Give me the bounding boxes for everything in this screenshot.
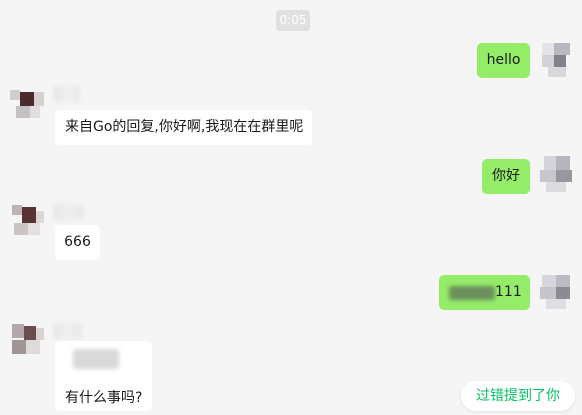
message-text: 你好: [492, 168, 520, 184]
message-bubble-self[interactable]: 111: [439, 275, 530, 310]
sender-name: [54, 323, 82, 339]
message-bubble-self[interactable]: hello: [477, 43, 530, 78]
redacted-text: [449, 286, 495, 300]
self-avatar[interactable]: [538, 156, 574, 196]
sender-avatar[interactable]: [10, 203, 46, 243]
message-bubble-other[interactable]: 有什么事吗?: [55, 341, 152, 411]
message-text: hello: [486, 52, 521, 68]
self-avatar[interactable]: [538, 41, 574, 81]
sender-name: [54, 204, 84, 220]
mention-notice-button[interactable]: 过错提到了你: [461, 381, 575, 411]
message-text: 666: [64, 234, 91, 250]
message-text: 111: [495, 284, 522, 300]
redacted-image: [73, 349, 119, 369]
sender-avatar[interactable]: [10, 322, 46, 362]
message-bubble-other[interactable]: 来自Go的回复,你好啊,我现在在群里呢: [55, 110, 312, 145]
message-bubble-self[interactable]: 你好: [482, 159, 530, 194]
message-bubble-other[interactable]: 666: [55, 225, 100, 260]
message-text: 有什么事吗?: [65, 390, 143, 406]
self-avatar[interactable]: [538, 273, 574, 313]
message-text: 来自Go的回复,你好啊,我现在在群里呢: [65, 119, 304, 135]
message-timestamp: 0:05: [276, 10, 310, 31]
sender-avatar[interactable]: [10, 86, 46, 126]
sender-name: [54, 86, 80, 102]
